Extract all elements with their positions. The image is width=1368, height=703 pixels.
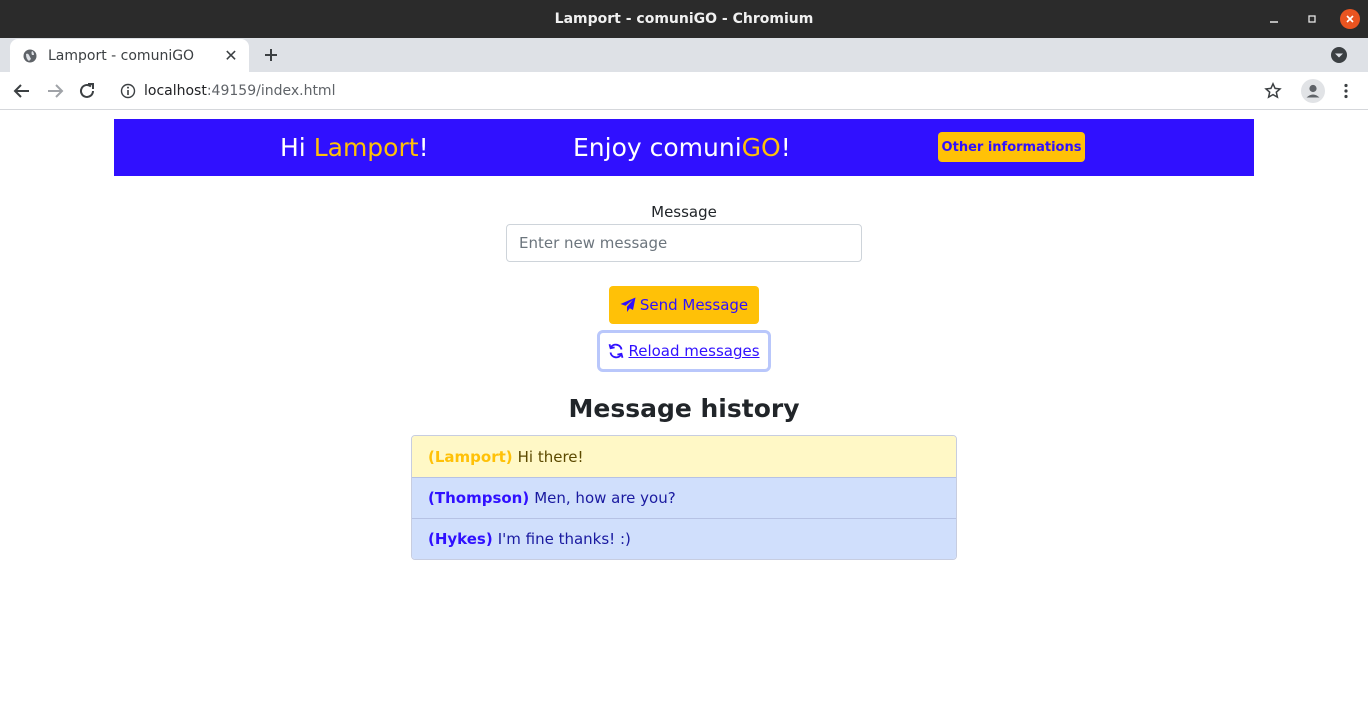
header-banner: Hi Lamport! Enjoy comuni GO! Other inform… — [114, 119, 1254, 176]
message-text: I'm fine thanks! :) — [497, 530, 631, 548]
window-titlebar: Lamport - comuniGO - Chromium — [0, 0, 1368, 38]
tab-strip: Lamport - comuniGO ✕ — [0, 38, 1368, 72]
message-item: (Thompson) Men, how are you? — [412, 477, 956, 518]
send-message-button[interactable]: Send Message — [609, 286, 759, 324]
back-button[interactable] — [12, 81, 32, 101]
tab-active[interactable]: Lamport - comuniGO ✕ — [10, 39, 249, 72]
menu-kebab-icon[interactable] — [1336, 81, 1356, 101]
paper-plane-icon — [620, 297, 636, 312]
reload-button[interactable] — [77, 81, 97, 101]
url-path: :49159/index.html — [206, 83, 336, 99]
close-window-icon[interactable] — [1340, 9, 1360, 29]
info-icon[interactable] — [120, 83, 136, 99]
tab-title: Lamport - comuniGO — [48, 47, 195, 64]
window-controls — [1264, 0, 1360, 38]
globe-icon — [23, 49, 37, 62]
message-author: (Thompson) — [428, 489, 530, 507]
greeting-prefix: Hi — [280, 133, 314, 162]
bookmark-star-icon[interactable] — [1263, 81, 1283, 101]
send-message-label: Send Message — [639, 296, 749, 314]
profile-avatar[interactable] — [1301, 79, 1325, 103]
message-author: (Lamport) — [428, 447, 513, 466]
minimize-icon[interactable] — [1264, 9, 1284, 29]
message-label: Message — [651, 203, 717, 221]
plus-icon — [265, 49, 277, 61]
arrow-right-icon — [48, 84, 64, 98]
arrow-left-icon — [13, 84, 29, 98]
window-title: Lamport - comuniGO - Chromium — [554, 11, 814, 27]
maximize-icon[interactable] — [1302, 9, 1322, 29]
message-item: (Lamport) Hi there! — [412, 436, 956, 477]
new-tab-button[interactable] — [260, 44, 282, 66]
username: Lamport — [313, 133, 419, 162]
tagline-suffix: ! — [780, 133, 791, 162]
person-icon — [1301, 79, 1325, 103]
page-content: Hi Lamport! Enjoy comuni GO! Other inform… — [0, 111, 1368, 703]
greeting-suffix: ! — [418, 133, 429, 162]
message-history-heading: Message history — [568, 394, 800, 423]
tab-search-icon[interactable] — [1330, 46, 1348, 64]
reload-icon — [80, 83, 94, 98]
tagline-prefix: Enjoy comuni — [573, 133, 742, 162]
other-informations-button[interactable]: Other informations — [938, 132, 1085, 162]
sync-icon — [609, 343, 624, 359]
greeting: Hi Lamport! — [280, 119, 429, 176]
browser-toolbar: localhost:49159/index.html — [0, 72, 1368, 110]
message-text: Men, how are you? — [534, 489, 676, 507]
message-author: (Hykes) — [428, 530, 493, 548]
address-bar[interactable]: localhost:49159/index.html — [110, 75, 1290, 107]
url-host: localhost — [144, 83, 207, 99]
app-tagline: Enjoy comuni GO! — [573, 119, 791, 176]
tab-close-icon[interactable]: ✕ — [223, 46, 239, 65]
message-text: Hi there! — [517, 447, 584, 466]
message-item: (Hykes) I'm fine thanks! :) — [412, 518, 956, 559]
reload-messages-label: Reload messages — [628, 342, 760, 360]
forward-button[interactable] — [45, 81, 65, 101]
tagline-accent: GO — [741, 133, 781, 162]
message-history-list: (Lamport) Hi there! (Thompson) Men, how … — [411, 435, 957, 560]
message-input[interactable] — [506, 224, 862, 262]
reload-messages-button[interactable]: Reload messages — [597, 330, 771, 372]
